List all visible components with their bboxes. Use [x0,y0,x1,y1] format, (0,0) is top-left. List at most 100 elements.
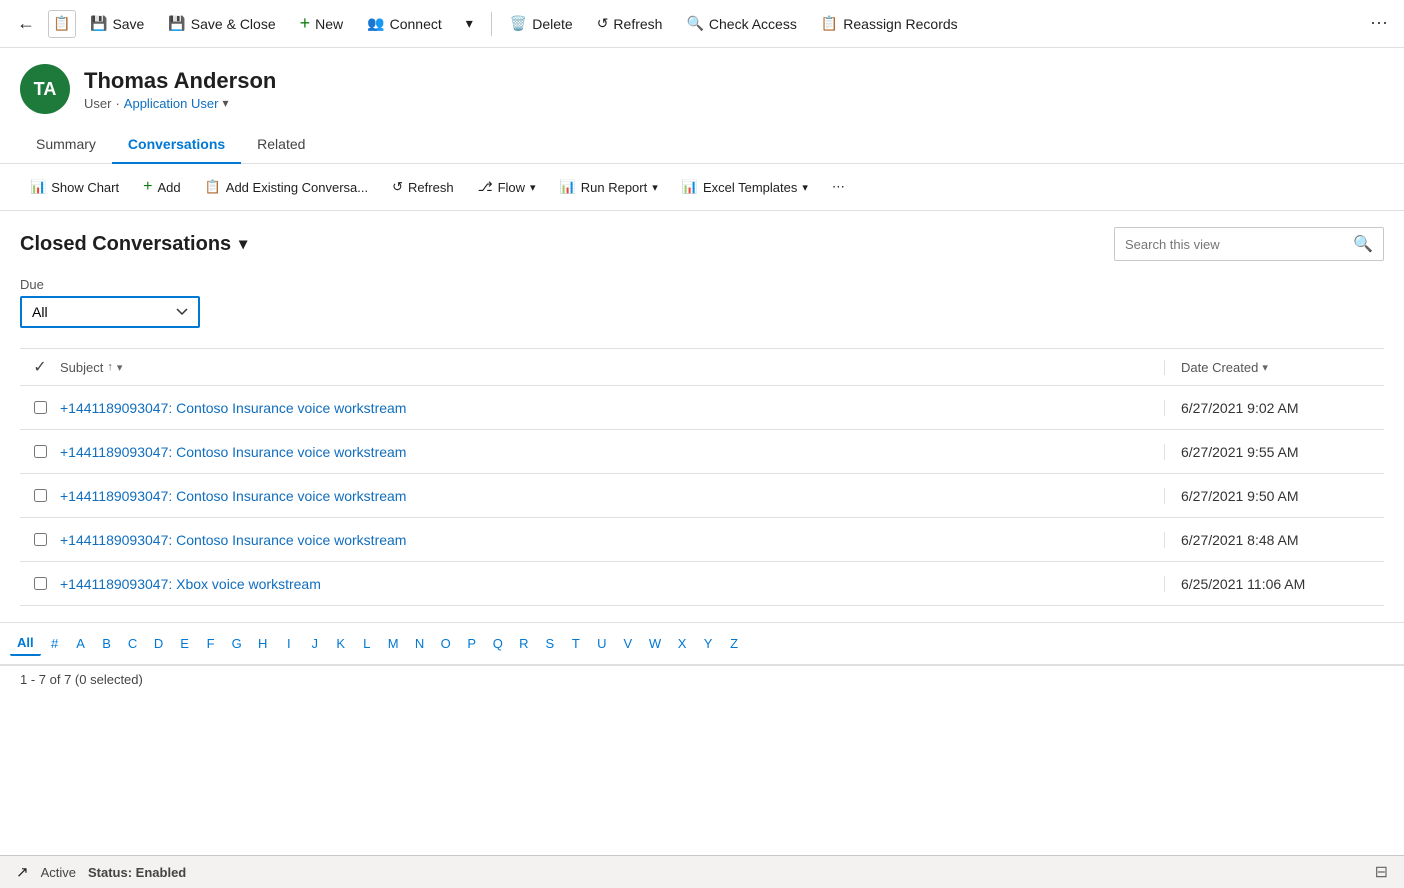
save-button[interactable]: 💾 Save [80,9,154,38]
search-box: 🔍 [1114,227,1384,261]
row-subject-link[interactable]: +1441189093047: Contoso Insurance voice … [60,444,1164,460]
alpha-nav-item[interactable]: U [590,632,614,655]
open-icon[interactable]: ↗ [16,863,29,881]
row-checkbox[interactable] [20,489,60,502]
alpha-nav-item[interactable]: L [355,632,379,655]
alpha-nav-item[interactable]: # [43,632,67,655]
row-checkbox[interactable] [20,445,60,458]
save-close-button[interactable]: 💾 Save & Close [158,9,285,38]
alpha-nav-item[interactable]: Q [486,632,510,655]
connect-icon: 👥 [367,15,384,32]
alpha-nav-item[interactable]: All [10,631,41,656]
due-filter-select[interactable]: All Overdue Today This Week This Month [20,296,200,328]
refresh-button[interactable]: ↺ Refresh [587,9,673,38]
search-icon: 🔍 [1353,236,1373,253]
alpha-nav-item[interactable]: B [95,632,119,655]
sub-more-button[interactable]: ⋯ [822,173,855,201]
alpha-nav: All#ABCDEFGHIJKLMNOPQRSTUVWXYZ [0,622,1404,665]
delete-button[interactable]: 🗑️ Delete [500,9,583,38]
more-actions-button[interactable]: ⋯ [1362,11,1396,36]
chevron-down-icon: ▾ [466,15,473,32]
excel-templates-button[interactable]: 📊 Excel Templates ▾ [672,173,818,201]
row-subject-link[interactable]: +1441189093047: Contoso Insurance voice … [60,400,1164,416]
alpha-nav-item[interactable]: P [460,632,484,655]
subtitle-dot: · [115,96,119,111]
check-access-button[interactable]: 🔍 Check Access [676,9,806,38]
reassign-button[interactable]: 📋 Reassign Records [811,9,968,38]
record-header: TA Thomas Anderson User · Application Us… [0,48,1404,122]
search-input[interactable] [1115,231,1343,258]
table-row: +1441189093047: Contoso Insurance voice … [20,386,1384,430]
subject-sort-asc-icon[interactable]: ↑ [107,361,113,373]
alpha-nav-item[interactable]: K [329,632,353,655]
row-subject-link[interactable]: +1441189093047: Xbox voice workstream [60,576,1164,592]
alpha-nav-item[interactable]: V [616,632,640,655]
tab-conversations[interactable]: Conversations [112,126,241,164]
connect-button[interactable]: 👥 Connect [357,9,452,38]
tab-summary[interactable]: Summary [20,126,112,164]
flow-label: Flow [498,180,525,195]
chart-icon: 📊 [30,179,46,195]
status-bar: 1 - 7 of 7 (0 selected) [0,665,1404,693]
page-icon: 📋 [48,10,76,38]
run-report-button[interactable]: 📊 Run Report ▾ [550,173,668,201]
add-existing-button[interactable]: 📋 Add Existing Conversa... [195,173,379,201]
sub-more-icon: ⋯ [832,179,845,195]
check-access-icon: 🔍 [686,15,703,32]
alpha-nav-item[interactable]: F [199,632,223,655]
alpha-nav-item[interactable]: W [642,632,668,655]
avatar: TA [20,64,70,114]
alpha-nav-item[interactable]: S [538,632,562,655]
back-button[interactable]: ← [8,6,44,42]
alpha-nav-item[interactable]: M [381,632,406,655]
table-row: +1441189093047: Contoso Insurance voice … [20,474,1384,518]
alpha-nav-item[interactable]: H [251,632,275,655]
alpha-nav-item[interactable]: O [434,632,458,655]
date-sort-icon[interactable]: ▾ [1262,361,1268,374]
save-label: Save [112,16,144,32]
row-date-created: 6/27/2021 9:50 AM [1164,488,1384,504]
row-checkbox[interactable] [20,401,60,414]
alpha-nav-item[interactable]: Z [722,632,746,655]
collapse-icon[interactable]: ⊟ [1375,862,1388,882]
delete-label: Delete [532,16,572,32]
alpha-nav-item[interactable]: G [225,632,249,655]
search-button[interactable]: 🔍 [1343,228,1383,260]
select-all-checkbox[interactable]: ✓ [33,357,46,377]
new-button[interactable]: + New [290,7,354,40]
filter-label: Due [20,277,1384,292]
alpha-nav-item[interactable]: E [173,632,197,655]
record-subtype[interactable]: Application User [124,96,219,111]
alpha-nav-item[interactable]: D [147,632,171,655]
alpha-nav-item[interactable]: J [303,632,327,655]
nav-tabs: Summary Conversations Related [0,126,1404,164]
alpha-nav-item[interactable]: R [512,632,536,655]
record-name: Thomas Anderson [84,68,276,94]
alpha-nav-item[interactable]: X [670,632,694,655]
alpha-nav-item[interactable]: A [69,632,93,655]
alpha-nav-item[interactable]: C [121,632,145,655]
add-button[interactable]: + Add [133,172,190,202]
alpha-nav-item[interactable]: T [564,632,588,655]
subject-sort-desc-icon[interactable]: ▾ [117,361,123,374]
row-checkbox[interactable] [20,533,60,546]
sub-refresh-button[interactable]: ↺ Refresh [382,173,463,201]
connect-label: Connect [390,16,442,32]
row-subject-link[interactable]: +1441189093047: Contoso Insurance voice … [60,532,1164,548]
view-title-chevron-icon[interactable]: ▾ [239,234,247,254]
connect-dropdown-button[interactable]: ▾ [456,9,483,38]
tab-related[interactable]: Related [241,126,321,164]
view-title: Closed Conversations ▾ [20,233,247,256]
alpha-nav-item[interactable]: N [408,632,432,655]
row-checkbox[interactable] [20,577,60,590]
row-subject-link[interactable]: +1441189093047: Contoso Insurance voice … [60,488,1164,504]
row-date-created: 6/27/2021 8:48 AM [1164,532,1384,548]
show-chart-button[interactable]: 📊 Show Chart [20,173,129,201]
subtitle-chevron-icon[interactable]: ▾ [222,96,228,110]
alpha-nav-item[interactable]: Y [696,632,720,655]
table-rows-container: +1441189093047: Contoso Insurance voice … [20,386,1384,606]
alpha-nav-item[interactable]: I [277,632,301,655]
check-access-label: Check Access [709,16,797,32]
flow-button[interactable]: ⎇ Flow ▾ [468,173,546,201]
new-label: New [315,16,343,32]
